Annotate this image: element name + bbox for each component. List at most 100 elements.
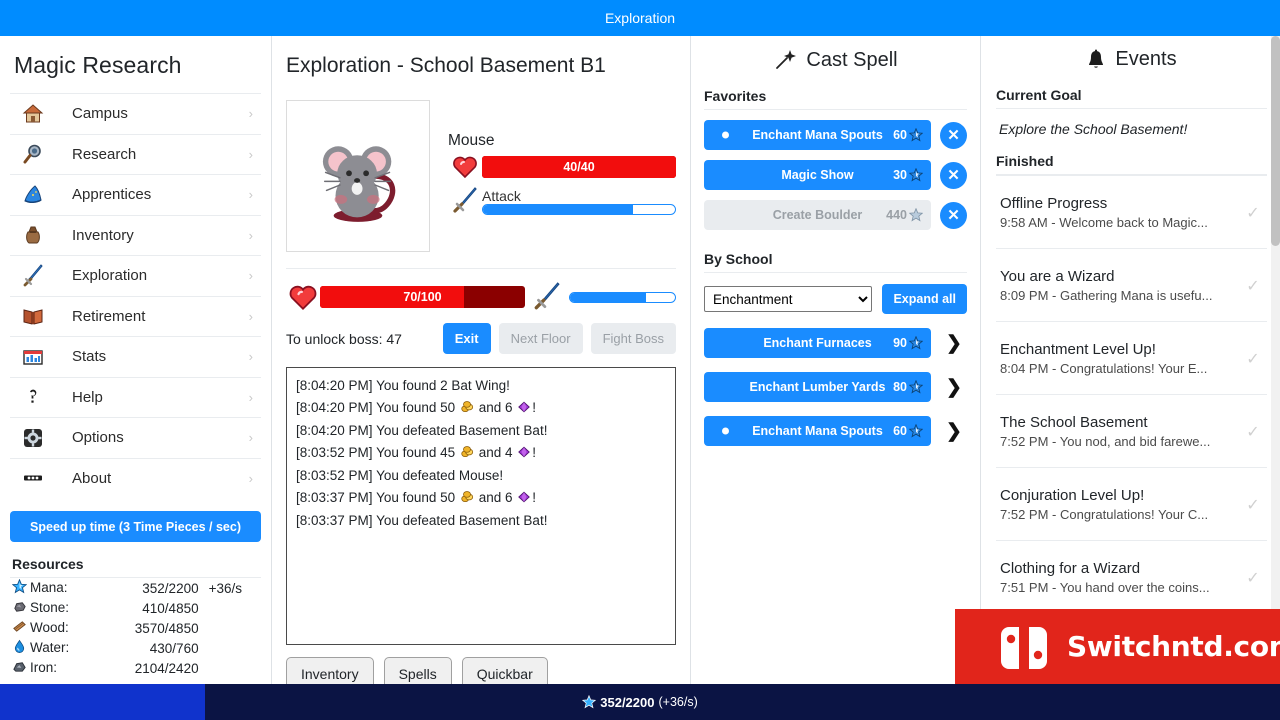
- spell-name: Enchant Furnaces: [763, 336, 872, 350]
- main-columns: Magic Research Campus › Research › Apprentic…: [0, 36, 1280, 684]
- school-spell-button[interactable]: Enchant Mana Spouts 60: [704, 416, 931, 446]
- enemy-attack-bar-wrap: Attack: [482, 188, 676, 215]
- school-spell-list: Enchant Furnaces 90 ❯ Enchant Lumber Yards 8…: [704, 328, 967, 446]
- expand-spell-button[interactable]: ❯: [940, 419, 967, 444]
- water-icon: [12, 639, 27, 657]
- event-item[interactable]: You are a Wizard 8:09 PM - Gathering Mana…: [996, 248, 1267, 321]
- expand-spell-button[interactable]: ❯: [940, 331, 967, 356]
- cast-spell-title: Cast Spell: [806, 48, 898, 71]
- chevron-right-icon: ›: [248, 430, 253, 446]
- event-title: Enchantment Level Up!: [1000, 341, 1156, 358]
- school-spell-button[interactable]: Enchant Furnaces 90: [704, 328, 931, 358]
- favorites-list: Enchant Mana Spouts 60 ✕ Magic Show 30 ✕ Creat…: [704, 120, 967, 230]
- enemy-info: Mouse 40/40 Attack: [430, 100, 676, 216]
- resource-row: Iron: 2104/2420: [10, 658, 261, 678]
- favorite-spell-button[interactable]: Magic Show 30: [704, 160, 931, 190]
- resource-name: Water:: [10, 638, 99, 658]
- sidebar-item-about[interactable]: About ›: [10, 457, 261, 499]
- resource-rate: [205, 638, 261, 658]
- log-line: [8:04:20 PM] You defeated Basement Bat!: [296, 423, 548, 438]
- current-goal-title: Current Goal: [996, 85, 1267, 109]
- enemy-hp-line: 40/40: [448, 155, 676, 179]
- spell-cost: 90: [893, 335, 924, 350]
- event-item[interactable]: Conjuration Level Up! 7:52 PM - Congratul…: [996, 467, 1267, 540]
- coin-icon: [460, 399, 474, 421]
- question-icon: [14, 385, 52, 409]
- sidebar-item-inventory[interactable]: Inventory ›: [10, 214, 261, 256]
- resource-value: 430/760: [149, 640, 199, 656]
- fight-boss-button[interactable]: Fight Boss: [590, 323, 676, 354]
- spell-cost: 60: [893, 127, 924, 142]
- spell-star-icon: [908, 335, 924, 350]
- sidebar: Magic Research Campus › Research › Apprentic…: [0, 36, 272, 684]
- spell-cost: 30: [893, 167, 924, 182]
- events-header: Events: [996, 36, 1267, 85]
- active-indicator-dot: [722, 427, 729, 435]
- speed-up-time-button[interactable]: Speed up time (3 Time Pieces / sec): [10, 511, 261, 542]
- enemy-sprite-box: [286, 100, 430, 252]
- app-title: Magic Research: [14, 52, 182, 78]
- sidebar-item-exploration[interactable]: Exploration ›: [10, 255, 261, 296]
- log-line: [8:04:20 PM] You found 50 and 6 !: [296, 397, 666, 421]
- spell-name: Enchant Lumber Yards: [749, 380, 886, 394]
- sword-icon: [14, 264, 52, 288]
- resource-row: Stone: 410/4850: [10, 598, 261, 618]
- sidebar-item-help[interactable]: Help ›: [10, 376, 261, 418]
- exit-button[interactable]: Exit: [442, 323, 491, 354]
- sidebar-item-label: Exploration: [72, 267, 148, 285]
- sidebar-item-stats[interactable]: Stats ›: [10, 336, 261, 377]
- current-goal-text: Explore the School Basement!: [999, 121, 1188, 137]
- enemy-row: Mouse 40/40 Attack: [286, 100, 676, 252]
- next-floor-button[interactable]: Next Floor: [498, 323, 583, 354]
- spells-button[interactable]: Spells: [383, 657, 452, 684]
- expand-spell-button[interactable]: ❯: [940, 375, 967, 400]
- events-panel: Events Current Goal Explore the School B…: [980, 36, 1280, 684]
- house-icon: [14, 102, 52, 126]
- spell-cost: 60: [893, 423, 924, 438]
- event-item[interactable]: Offline Progress 9:58 AM - Welcome back t…: [996, 175, 1267, 248]
- favorite-spell-button[interactable]: Create Boulder 440: [704, 200, 931, 230]
- favorite-spell-button[interactable]: Enchant Mana Spouts 60: [704, 120, 931, 150]
- check-icon: ✓: [1246, 277, 1260, 295]
- exploration-footer-buttons: Inventory Spells Quickbar: [286, 657, 676, 684]
- sidebar-item-apprentices[interactable]: Apprentices ›: [10, 174, 261, 215]
- event-subtitle: 8:09 PM - Gathering Mana is usefu...: [1000, 288, 1213, 303]
- spell-name: Magic Show: [781, 168, 854, 182]
- resource-value: 352/2200: [142, 580, 199, 596]
- sidebar-item-label: Research: [72, 145, 137, 163]
- expand-all-button[interactable]: Expand all: [882, 284, 967, 314]
- event-item[interactable]: The School Basement 7:52 PM - You nod, an…: [996, 394, 1267, 467]
- finished-events-list: Offline Progress 9:58 AM - Welcome back t…: [996, 175, 1267, 613]
- quickbar-button[interactable]: Quickbar: [461, 657, 548, 684]
- event-item[interactable]: Clothing for a Wizard 7:51 PM - You hand …: [996, 540, 1267, 613]
- inventory-button[interactable]: Inventory: [286, 657, 374, 684]
- events-scrollbar-thumb[interactable]: [1271, 36, 1280, 246]
- app-root: Exploration Magic Research Campus › Resear…: [0, 0, 1280, 720]
- sidebar-item-options[interactable]: Options ›: [10, 417, 261, 458]
- boss-row: To unlock boss: 47 Exit Next Floor Fight…: [286, 323, 676, 354]
- remove-favorite-button[interactable]: ✕: [940, 121, 967, 149]
- remove-favorite-button[interactable]: ✕: [940, 161, 967, 189]
- school-select[interactable]: Enchantment: [704, 286, 873, 312]
- remove-favorite-button[interactable]: ✕: [940, 201, 967, 229]
- events-scrollbar[interactable]: [1271, 36, 1280, 684]
- resource-name: Wood:: [10, 618, 99, 638]
- resource-value: 410/4850: [142, 600, 199, 616]
- magic-wand-icon: [773, 48, 797, 72]
- exploration-title: Exploration - School Basement B1: [286, 54, 606, 77]
- resource-rate: [205, 618, 261, 638]
- sidebar-item-retirement[interactable]: Retirement ›: [10, 295, 261, 337]
- sidebar-item-campus[interactable]: Campus ›: [10, 93, 261, 134]
- gem-icon: [517, 399, 531, 421]
- event-text: You are a Wizard 8:09 PM - Gathering Mana…: [996, 268, 1239, 303]
- school-spell-button[interactable]: Enchant Lumber Yards 80: [704, 372, 931, 402]
- sidebar-item-label: Inventory: [72, 226, 134, 244]
- sidebar-item-research[interactable]: Research ›: [10, 133, 261, 175]
- by-school-title: By School: [704, 249, 967, 273]
- chevron-right-icon: ›: [248, 106, 253, 122]
- event-item[interactable]: Enchantment Level Up! 8:04 PM - Congratul…: [996, 321, 1267, 394]
- school-filter-row: Enchantment Expand all: [704, 284, 967, 314]
- gear-icon: [14, 426, 52, 450]
- event-title: The School Basement: [1000, 414, 1148, 431]
- favorite-spell-row: Enchant Mana Spouts 60 ✕: [704, 120, 967, 150]
